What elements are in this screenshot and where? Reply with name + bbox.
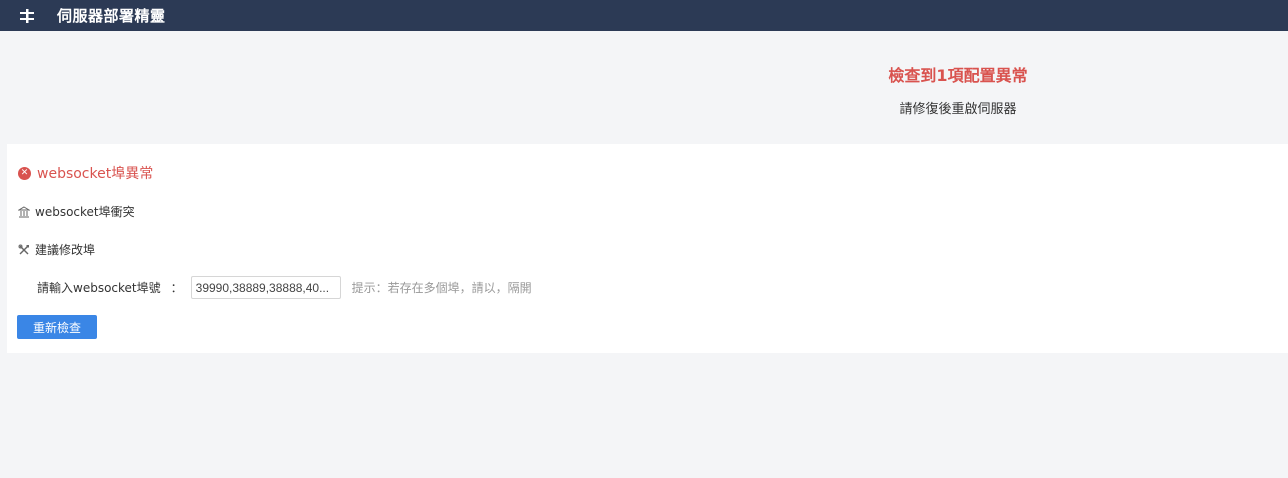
issue-card: ✕ websocket埠異常 websocket埠衝突 建議修改埠 請輸入web… [7, 144, 1288, 353]
suggestion-row: 建議修改埠 [18, 241, 95, 258]
top-bar: 伺服器部署精靈 [0, 0, 1288, 31]
app-title: 伺服器部署精靈 [57, 7, 166, 25]
issue-header: ✕ websocket埠異常 [18, 163, 153, 183]
summary-subtitle: 請修復後重啟伺服器 [899, 102, 1017, 117]
check-summary: 檢查到1項配置異常 請修復後重啟伺服器 [0, 31, 1288, 141]
port-input-colon: ： [170, 281, 183, 295]
summary-title: 檢查到1項配置異常 [888, 66, 1028, 85]
tools-icon [18, 244, 30, 256]
port-input-label: 請輸入websocket埠號 [37, 281, 161, 295]
building-icon [17, 205, 31, 218]
suggestion-text: 建議修改埠 [35, 243, 96, 257]
port-hint: 提示：若存在多個埠，請以，隔開 [351, 281, 532, 295]
error-circle-icon: ✕ [18, 166, 31, 180]
problem-row: websocket埠衝突 [17, 203, 135, 220]
websocket-port-input[interactable] [190, 276, 341, 299]
port-form-row: 請輸入websocket埠號 ： 提示：若存在多個埠，請以，隔開 [37, 276, 532, 299]
recheck-button[interactable]: 重新檢查 [17, 315, 97, 339]
problem-text: websocket埠衝突 [35, 205, 135, 219]
logo-icon [19, 8, 35, 23]
issue-title: websocket埠異常 [37, 166, 154, 182]
